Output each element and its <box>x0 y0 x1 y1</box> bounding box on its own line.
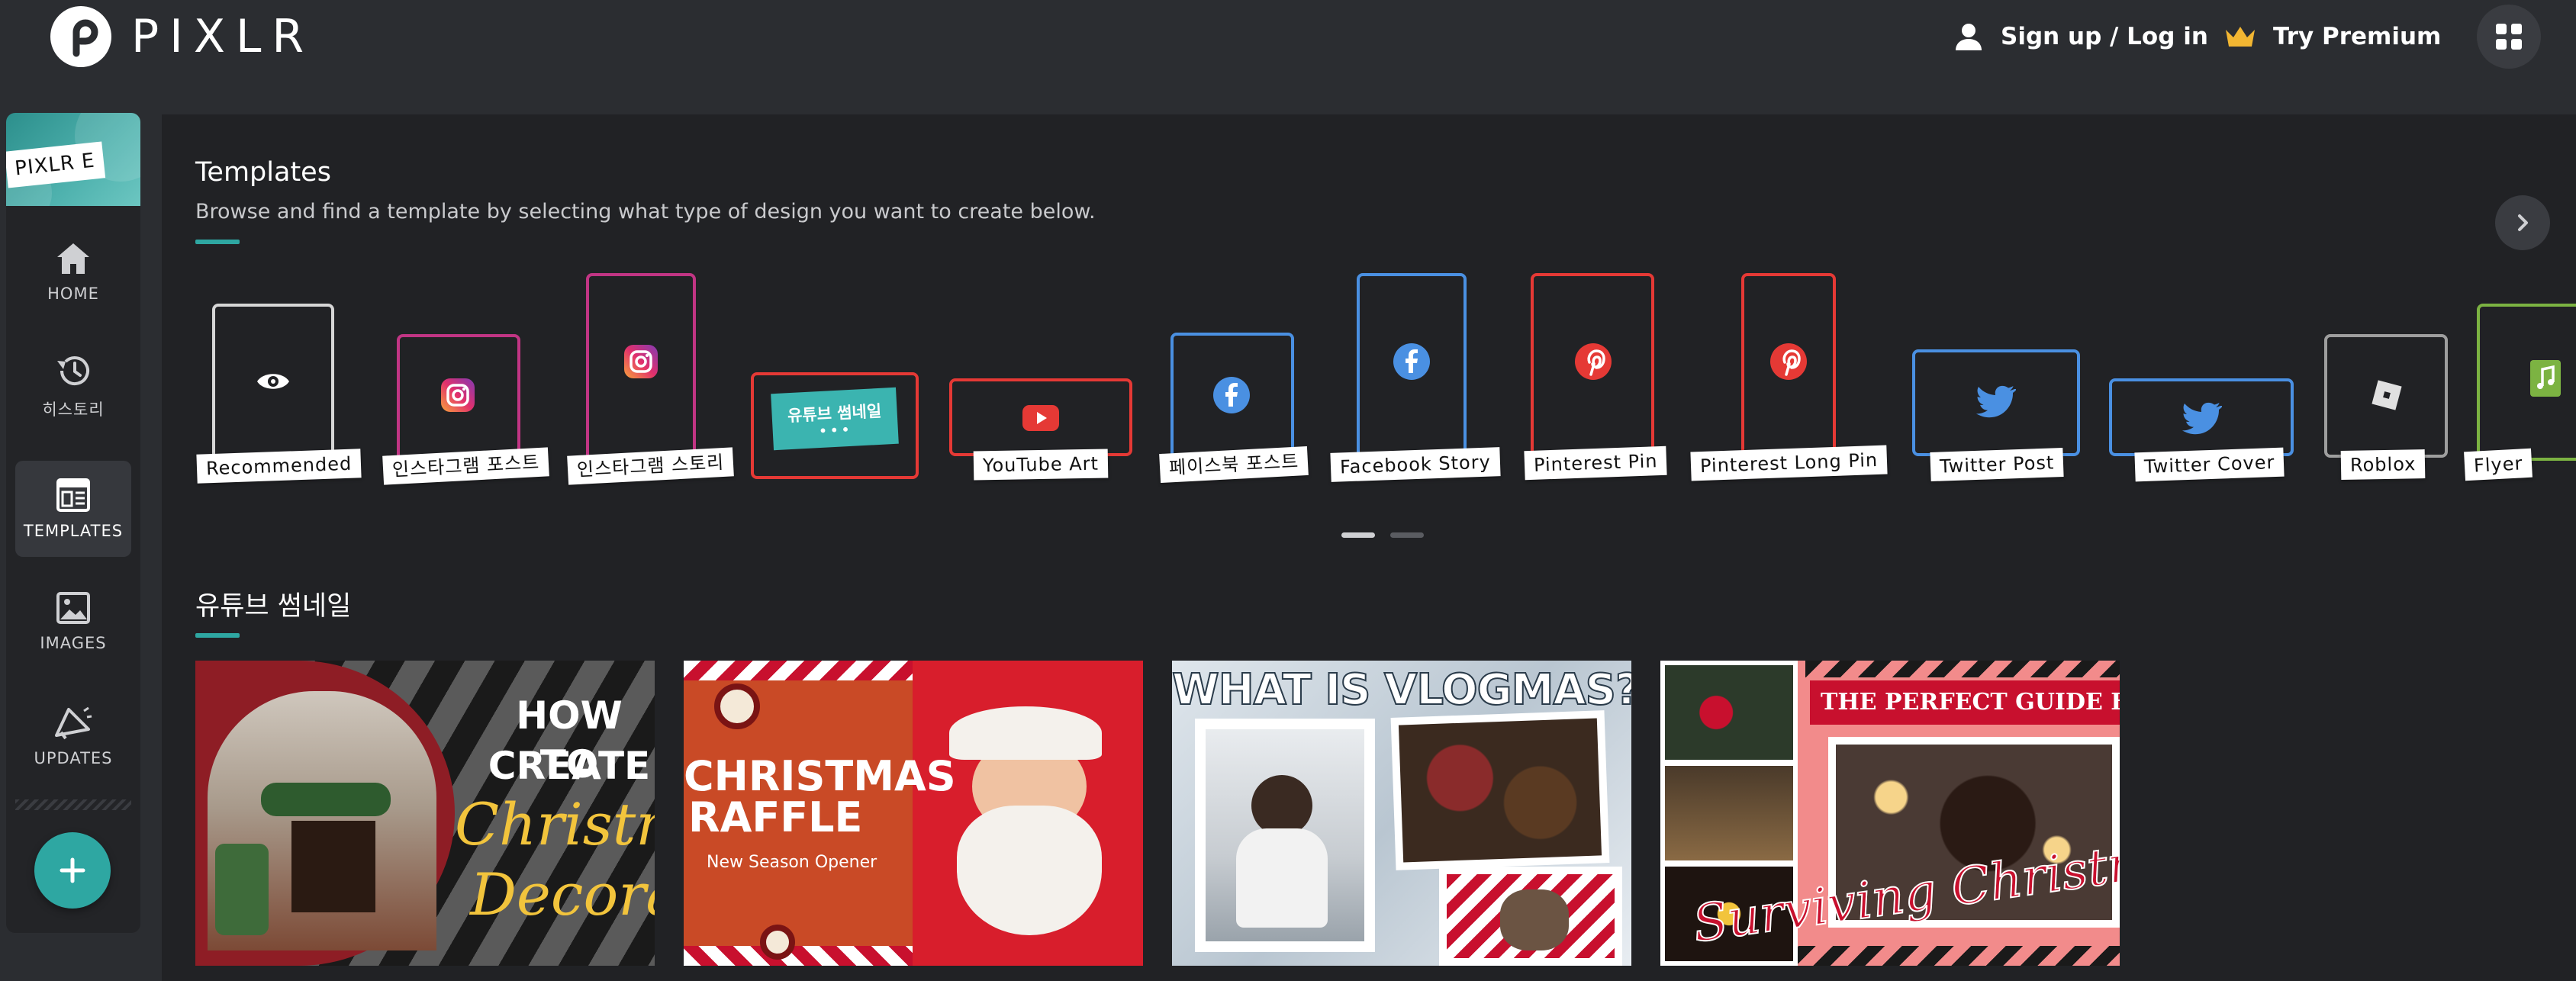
premium-label: Try Premium <box>2273 23 2442 50</box>
template-label: Recommended <box>196 449 362 484</box>
thumbnail-text-2: CREATE <box>488 744 651 788</box>
template-label: Facebook Story <box>1330 447 1501 482</box>
photo-polaroid <box>1195 719 1375 952</box>
instagram-icon <box>624 345 658 378</box>
sidebar-item-label: IMAGES <box>40 634 107 652</box>
carousel-dot-active[interactable] <box>1341 532 1375 538</box>
pixlr-logo-icon <box>50 6 111 67</box>
youtube-icon <box>1022 405 1059 431</box>
thumbnail-text-4: Decoration <box>470 860 655 928</box>
sidebar-item-updates[interactable]: UPDATES <box>15 688 131 784</box>
templates-title: Templates <box>195 157 331 188</box>
youtube-section-accent-line <box>195 633 240 638</box>
sidebar-item-history[interactable]: 히스토리 <box>15 339 131 435</box>
thumbnail-text-1: THE PERFECT GUIDE FOR <box>1810 680 2120 725</box>
sidebar-item-templates[interactable]: TEMPLATES <box>15 461 131 557</box>
megaphone-icon <box>55 706 92 740</box>
user-icon <box>1956 24 1982 50</box>
thumbnail-card: 유튜브 썸네일 ••• <box>771 387 899 451</box>
template-label: Pinterest Long Pin <box>1690 445 1888 481</box>
sidebar-item-label: 히스토리 <box>42 400 105 419</box>
chevron-right-icon <box>2518 214 2528 231</box>
create-new-button[interactable] <box>34 832 111 909</box>
template-label: Flyer <box>2464 448 2533 481</box>
apps-grid-button[interactable] <box>2477 5 2541 69</box>
fireplace <box>291 821 375 912</box>
sidebar-item-home[interactable]: HOME <box>15 224 131 320</box>
templates-accent-line <box>195 240 240 244</box>
facebook-icon <box>1213 377 1250 413</box>
thumbnail-text-1: CHRISTMAS <box>684 752 956 800</box>
editor-tag: PIXLR E <box>6 141 106 188</box>
thumbnail-text-3: Christmas <box>455 790 655 858</box>
twitter-icon <box>2182 402 2222 435</box>
sidebar-divider <box>15 799 131 810</box>
fireplace-photo <box>208 691 436 950</box>
facebook-icon <box>1393 343 1430 380</box>
top-bar: PIXLR Sign up / Log in Try Premium <box>0 0 2576 113</box>
eye-icon <box>257 374 289 389</box>
carousel-dot[interactable] <box>1390 532 1424 538</box>
plus-icon <box>60 857 85 883</box>
sidebar-item-label: TEMPLATES <box>23 522 124 540</box>
main-panel: Templates Browse and find a template by … <box>162 114 2576 981</box>
sidebar-item-label: HOME <box>47 285 99 303</box>
youtube-thumbnail-card[interactable]: WHAT IS VLOGMAS? <box>1172 661 1631 966</box>
flyer-icon <box>2530 360 2561 397</box>
template-label: Pinterest Pin <box>1524 445 1668 481</box>
pinterest-icon <box>1575 343 1612 380</box>
youtube-section-title: 유튜브 썸네일 <box>195 591 352 622</box>
santa-photo <box>949 691 1102 935</box>
template-label: Twitter Cover <box>2134 447 2285 482</box>
crown-icon <box>2226 27 2255 47</box>
roblox-icon <box>2372 380 2402 410</box>
armchair <box>215 844 269 935</box>
photo-polaroid <box>1390 710 1610 870</box>
thumbnail-text-1: WHAT IS VLOGMAS? <box>1172 664 1631 716</box>
template-label: Twitter Post <box>1930 447 2064 482</box>
ornament <box>714 683 760 729</box>
logo-text: PIXLR <box>131 10 315 63</box>
image-icon <box>56 592 90 624</box>
twitter-icon <box>1976 385 2016 418</box>
pixlr-logo[interactable]: PIXLR <box>50 6 314 67</box>
signup-login-button[interactable]: Sign up / Log in <box>1953 14 2208 60</box>
photo-polaroid <box>1439 867 1622 966</box>
ornament <box>760 925 795 960</box>
garland <box>261 783 391 816</box>
carousel-next-button[interactable] <box>2495 195 2550 250</box>
youtube-thumbnail-card[interactable]: HOW TO CREATE Christmas Decoration <box>195 661 655 966</box>
history-icon <box>57 356 89 386</box>
more-dots-icon: ••• <box>817 420 853 441</box>
templates-icon <box>56 478 90 512</box>
instagram-icon <box>441 378 475 412</box>
template-label: Roblox <box>2340 449 2426 480</box>
youtube-thumbnail-card[interactable]: CHRISTMAS RAFFLE New Season Opener <box>684 661 1143 966</box>
templates-subtitle: Browse and find a template by selecting … <box>195 200 1096 224</box>
sidebar-item-label: UPDATES <box>34 749 113 767</box>
thumbnail-text-2: RAFFLE <box>688 793 863 841</box>
apps-grid-icon <box>2496 24 2522 50</box>
try-premium-button[interactable]: Try Premium <box>2224 14 2441 60</box>
template-label: YouTube Art <box>973 449 1109 481</box>
sidebar-item-images[interactable]: IMAGES <box>15 574 131 670</box>
pinterest-icon <box>1770 343 1807 380</box>
stripe-top <box>1805 661 2120 677</box>
youtube-thumbnail-card[interactable]: THE PERFECT GUIDE FOR Surviving Christma… <box>1660 661 2120 966</box>
sidebar: PIXLR E HOME 히스토리 TEMPLATES IMAGES UPDAT… <box>6 113 140 933</box>
pixlr-e-editor-card[interactable]: PIXLR E <box>6 113 140 206</box>
thumbnail-text-3: New Season Opener <box>707 853 877 872</box>
signup-label: Sign up / Log in <box>2001 23 2208 50</box>
home-icon <box>57 243 89 274</box>
